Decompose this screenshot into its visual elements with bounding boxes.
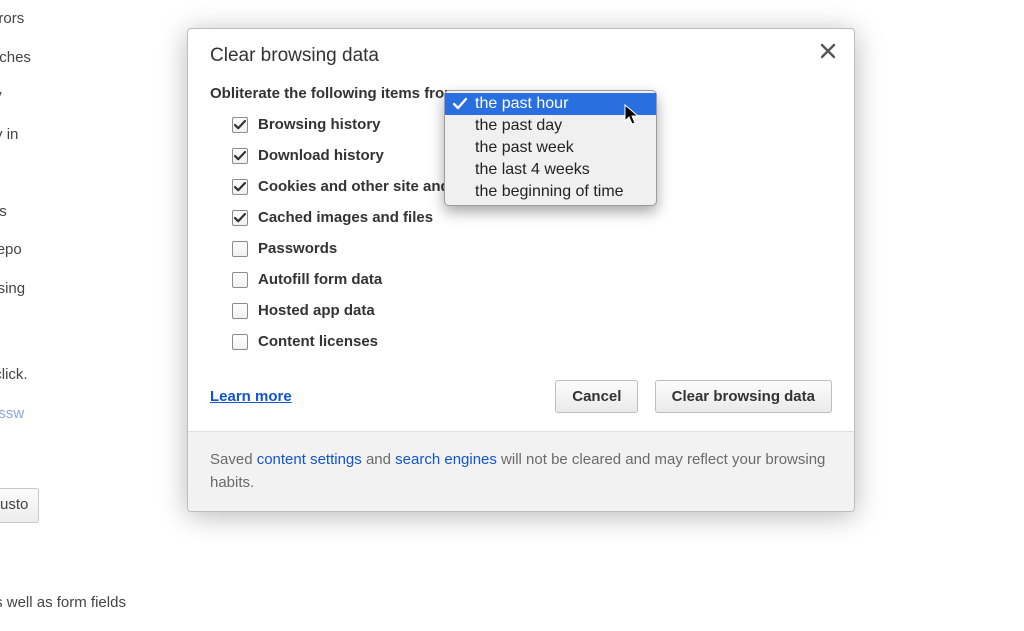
option-label: the past hour [475,95,568,112]
dialog-title: Clear browsing data [210,45,832,67]
checkbox[interactable] [232,179,248,195]
bg-line: ge highlights links, as well as form fie… [0,592,200,615]
checkbox-label: Passwords [258,240,337,257]
close-icon [820,43,836,59]
check-icon [234,119,246,131]
cancel-button[interactable]: Cancel [555,380,638,413]
close-button[interactable] [820,43,840,63]
checkbox[interactable] [232,272,248,288]
background-settings-panel: resolve navigation errors o help complet… [0,8,200,631]
checkbox[interactable] [232,117,248,133]
checkbox-label: Hosted app data [258,302,375,319]
checkbox-row: Passwords [232,240,832,257]
time-range-option[interactable]: the past week [445,137,656,159]
dialog-actions: Learn more Cancel Clear browsing data [210,380,832,413]
bg-line: o help complete searches [0,47,200,70]
check-icon [234,150,246,162]
obliterate-label: Obliterate the following items from: [210,85,463,102]
manage-passwords-link[interactable]: Manage passw [0,405,24,422]
checkbox[interactable] [232,334,248,350]
search-engines-link[interactable]: search engines [395,451,497,468]
checkbox-row: Cached images and files [232,209,832,226]
bg-line: eb forms in a single click. [0,364,200,387]
bg-line: d pages more quickly [0,85,200,108]
time-range-option[interactable]: the last 4 weeks [445,159,656,181]
checkbox[interactable] [232,241,248,257]
checkbox-label: Download history [258,147,384,164]
footer-text: and [362,451,395,468]
bg-line: resolve navigation errors [0,8,200,31]
check-icon [453,97,467,111]
bg-line: resolve spelling errors [0,201,200,224]
checkbox-label: Autofill form data [258,271,382,288]
learn-more-link[interactable]: Learn more [210,388,292,405]
bg-controls-row: Custo [0,481,200,523]
mouse-cursor-icon [624,104,642,128]
checkbox[interactable] [232,210,248,226]
footer-text: Saved [210,451,257,468]
action-buttons: Cancel Clear browsing data [543,380,832,413]
check-icon [234,181,246,193]
clear-browsing-data-button[interactable]: Clear browsing data [655,380,832,413]
checkbox[interactable] [232,148,248,164]
bg-line: statistics and crash repo [0,239,200,262]
check-icon [234,212,246,224]
checkbox-label: Cached images and files [258,209,433,226]
option-label: the last 4 weeks [475,161,590,178]
checkbox-label: Content licenses [258,333,378,350]
option-label: the past week [475,139,574,156]
bg-line: vare protection [0,162,200,185]
bg-controls-row [0,539,200,575]
dialog-header: Clear browsing data [188,29,854,77]
checkbox-label: Browsing history [258,116,381,133]
customize-button[interactable]: Custo [0,488,39,523]
checkbox-row: Hosted app data [232,302,832,319]
checkbox-row: Autofill form data [232,271,832,288]
time-range-option[interactable]: the beginning of time [445,181,656,203]
bg-line: ls of possible security in [0,124,200,147]
checkbox-row: Content licenses [232,333,832,350]
option-label: the past day [475,117,562,134]
checkbox[interactable] [232,303,248,319]
content-settings-link[interactable]: content settings [257,451,362,468]
bg-line: quest with your browsing [0,278,200,301]
dialog-footer: Saved content settings and search engine… [188,431,854,511]
bg-line: sswords. Manage passw [0,403,200,426]
option-label: the beginning of time [475,183,624,200]
